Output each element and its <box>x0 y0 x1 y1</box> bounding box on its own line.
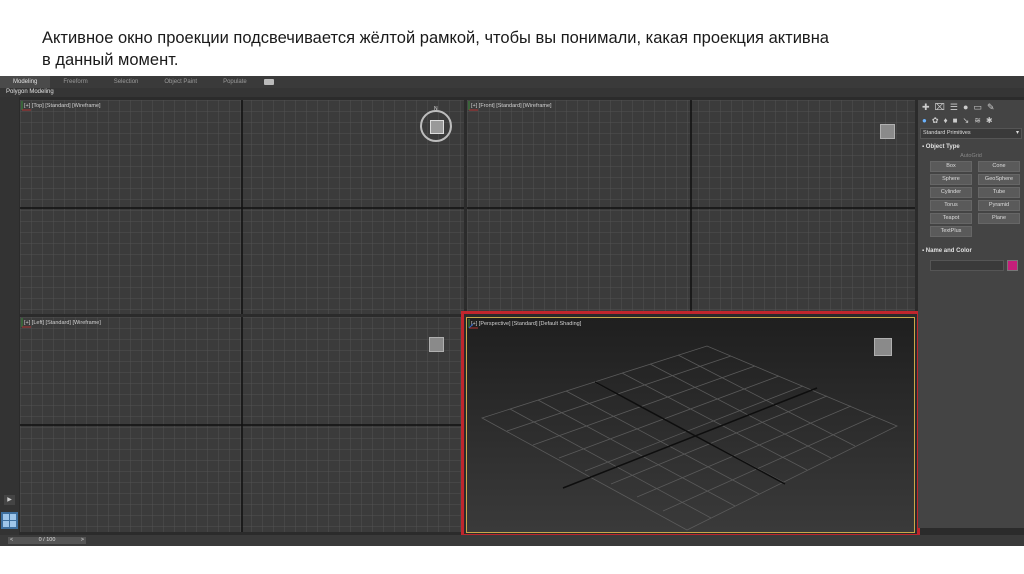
display-tab-icon[interactable]: ▭ <box>973 102 982 113</box>
geometry-icon[interactable]: ● <box>922 116 927 125</box>
tab-object-paint[interactable]: Object Paint <box>151 76 210 88</box>
ribbon-panel: Polygon Modeling <box>0 88 1024 97</box>
viewcube-icon[interactable] <box>429 337 444 352</box>
compass-north-icon: N <box>434 106 438 112</box>
create-category-tabs: ● ✿ ♦ ■ ↘ ≋ ✱ <box>918 114 1024 126</box>
polygon-modeling-label[interactable]: Polygon Modeling <box>0 89 54 95</box>
viewcube-compass-icon[interactable]: N <box>420 106 452 142</box>
name-color-row <box>930 260 1018 271</box>
shapes-icon[interactable]: ✿ <box>932 116 939 125</box>
viewcube-icon[interactable] <box>430 120 444 134</box>
slide-caption: Активное окно проекции подсвечивается жё… <box>42 27 998 71</box>
axis-tripod-icon <box>21 318 31 328</box>
object-type-buttons: Box Cone Sphere GeoSphere Cylinder Tube … <box>918 161 1024 237</box>
timeline: < 0 / 100 > <box>0 535 1024 546</box>
viewport-front[interactable]: [+] [Front] [Standard] [Wireframe] <box>467 100 915 314</box>
grid-left <box>20 317 464 532</box>
create-tab-icon[interactable]: ✚ <box>922 102 930 113</box>
expand-icon[interactable]: ▶ <box>4 495 15 505</box>
utilities-tab-icon[interactable]: ✎ <box>987 102 995 113</box>
prev-frame-icon[interactable]: < <box>10 537 13 544</box>
axis-tripod-icon <box>21 101 31 111</box>
textplus-button[interactable]: TextPlus <box>930 226 972 237</box>
viewcube-icon[interactable] <box>880 124 895 139</box>
axis-tripod-icon <box>468 101 478 111</box>
next-frame-icon[interactable]: > <box>81 537 84 544</box>
left-toolbar: ▶ <box>0 97 19 535</box>
caption-line-1: Активное окно проекции подсвечивается жё… <box>42 29 829 47</box>
tab-populate[interactable]: Populate <box>210 76 260 88</box>
torus-button[interactable]: Torus <box>930 200 972 211</box>
command-panel-tabs: ✚ ⌧ ☰ ● ▭ ✎ <box>918 100 1024 114</box>
teapot-button[interactable]: Teapot <box>930 213 972 224</box>
name-and-color-rollout[interactable]: ▪ Name and Color <box>918 247 1024 256</box>
autogrid-checkbox[interactable]: AutoGrid <box>918 152 1024 161</box>
frame-counter: 0 / 100 <box>38 537 56 543</box>
hierarchy-tab-icon[interactable]: ☰ <box>950 102 958 113</box>
time-slider[interactable]: < 0 / 100 > <box>8 537 86 544</box>
geosphere-button[interactable]: GeoSphere <box>978 174 1020 185</box>
helpers-icon[interactable]: ↘ <box>962 116 969 125</box>
command-panel: ✚ ⌧ ☰ ● ▭ ✎ ● ✿ ♦ ■ ↘ ≋ ✱ Standard Primi… <box>918 100 1024 528</box>
ribbon-toggle-icon[interactable] <box>263 79 274 85</box>
grid-top <box>20 100 464 314</box>
object-name-field[interactable] <box>930 260 1005 271</box>
cylinder-button[interactable]: Cylinder <box>930 187 972 198</box>
tube-button[interactable]: Tube <box>978 187 1020 198</box>
viewport-layout-icon[interactable] <box>1 512 18 529</box>
spacewarps-icon[interactable]: ≋ <box>974 116 981 125</box>
tab-modeling[interactable]: Modeling <box>0 76 51 89</box>
tab-freeform[interactable]: Freeform <box>50 76 100 88</box>
tab-selection[interactable]: Selection <box>101 76 152 88</box>
modify-tab-icon[interactable]: ⌧ <box>935 102 945 113</box>
cone-button[interactable]: Cone <box>978 161 1020 172</box>
sphere-button[interactable]: Sphere <box>930 174 972 185</box>
lights-icon[interactable]: ♦ <box>944 116 948 125</box>
cameras-icon[interactable]: ■ <box>953 116 958 125</box>
motion-tab-icon[interactable]: ● <box>963 102 968 112</box>
grid-front <box>467 100 915 314</box>
viewport-label[interactable]: [+] [Front] [Standard] [Wireframe] <box>471 103 552 109</box>
object-type-rollout[interactable]: ▪ Object Type <box>918 143 1024 152</box>
object-color-swatch[interactable] <box>1007 260 1018 271</box>
caption-line-2: в данный момент. <box>42 51 179 69</box>
viewport-label[interactable]: [+] [Left] [Standard] [Wireframe] <box>24 320 101 326</box>
primitive-type-dropdown[interactable]: Standard Primitives <box>920 128 1022 139</box>
box-button[interactable]: Box <box>930 161 972 172</box>
plane-button[interactable]: Plane <box>978 213 1020 224</box>
viewport-top[interactable]: [+] [Top] [Standard] [Wireframe] N <box>20 100 464 314</box>
active-viewport-border <box>466 317 915 533</box>
viewport-label[interactable]: [+] [Top] [Standard] [Wireframe] <box>24 103 101 109</box>
3dsmax-window: Modeling Freeform Selection Object Paint… <box>0 76 1024 546</box>
viewport-left[interactable]: [+] [Left] [Standard] [Wireframe] <box>20 317 464 532</box>
systems-icon[interactable]: ✱ <box>986 116 993 125</box>
ribbon-tabs: Modeling Freeform Selection Object Paint… <box>0 76 1024 89</box>
pyramid-button[interactable]: Pyramid <box>978 200 1020 211</box>
